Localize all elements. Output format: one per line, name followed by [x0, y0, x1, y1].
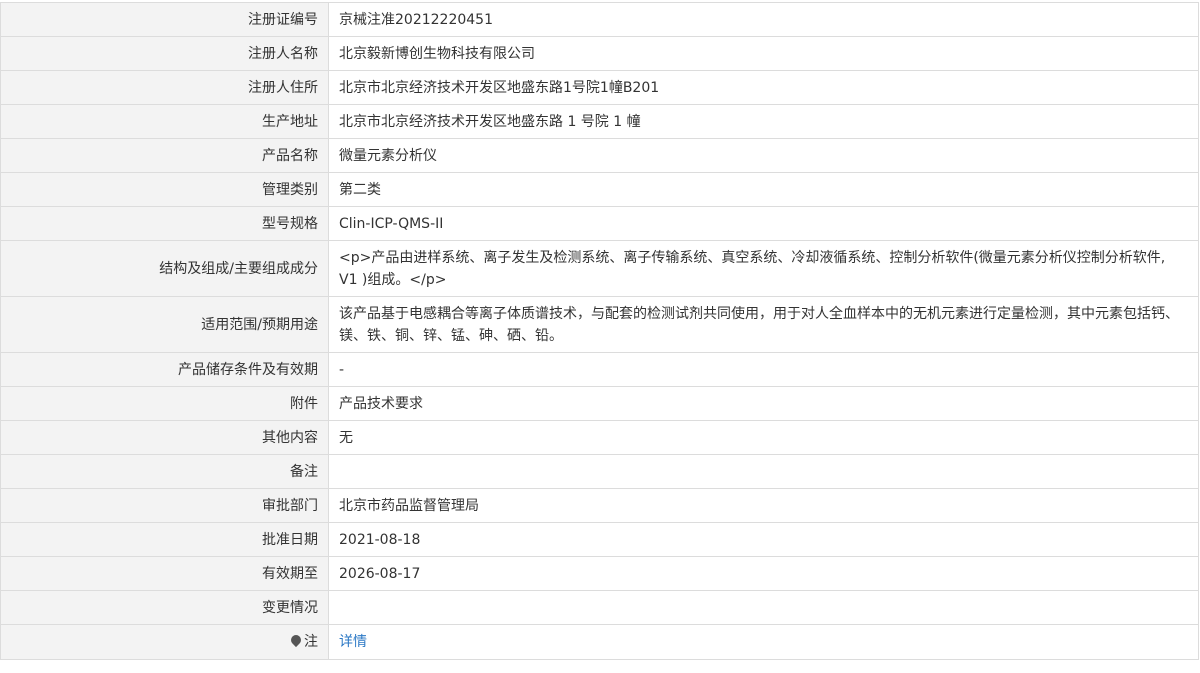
row-label: 附件 [0, 386, 329, 421]
row-label: 其他内容 [0, 420, 329, 455]
row-label: 有效期至 [0, 556, 329, 591]
row-value: 微量元素分析仪 [328, 138, 1199, 173]
row-approval-department: 审批部门 北京市药品监督管理局 [0, 488, 1199, 523]
row-other-content: 其他内容 无 [0, 420, 1199, 455]
row-value: <p>产品由进样系统、离子发生及检测系统、离子传输系统、真空系统、冷却液循系统、… [328, 240, 1199, 297]
row-value [328, 454, 1199, 489]
row-storage-validity: 产品储存条件及有效期 - [0, 352, 1199, 387]
row-value: 北京市北京经济技术开发区地盛东路1号院1幢B201 [328, 70, 1199, 105]
row-value: 第二类 [328, 172, 1199, 207]
row-value [328, 590, 1199, 625]
row-label: 备注 [0, 454, 329, 489]
registration-info-table: 注册证编号 京械注准20212220451 注册人名称 北京毅新博创生物科技有限… [0, 2, 1199, 660]
row-registrant-address: 注册人住所 北京市北京经济技术开发区地盛东路1号院1幢B201 [0, 70, 1199, 105]
row-intended-use: 适用范围/预期用途 该产品基于电感耦合等离子体质谱技术，与配套的检测试剂共同使用… [0, 296, 1199, 353]
row-value: Clin-ICP-QMS-II [328, 206, 1199, 241]
row-label: 审批部门 [0, 488, 329, 523]
note-label-cell: 注 [0, 624, 329, 660]
note-label: 注 [304, 634, 318, 650]
row-note: 注 详情 [0, 624, 1199, 660]
row-value: - [328, 352, 1199, 387]
row-approval-date: 批准日期 2021-08-18 [0, 522, 1199, 557]
row-label: 生产地址 [0, 104, 329, 139]
row-value: 无 [328, 420, 1199, 455]
row-registrant-name: 注册人名称 北京毅新博创生物科技有限公司 [0, 36, 1199, 71]
row-management-category: 管理类别 第二类 [0, 172, 1199, 207]
row-label: 批准日期 [0, 522, 329, 557]
row-attachment: 附件 产品技术要求 [0, 386, 1199, 421]
row-value: 产品技术要求 [328, 386, 1199, 421]
row-value: 京械注准20212220451 [328, 2, 1199, 37]
row-value: 北京市北京经济技术开发区地盛东路 1 号院 1 幢 [328, 104, 1199, 139]
row-value: 2021-08-18 [328, 522, 1199, 557]
row-change-status: 变更情况 [0, 590, 1199, 625]
row-label: 变更情况 [0, 590, 329, 625]
row-label: 结构及组成/主要组成成分 [0, 240, 329, 297]
note-value-cell: 详情 [328, 624, 1199, 660]
row-model-spec: 型号规格 Clin-ICP-QMS-II [0, 206, 1199, 241]
pin-icon [288, 632, 304, 648]
row-label: 型号规格 [0, 206, 329, 241]
row-label: 产品储存条件及有效期 [0, 352, 329, 387]
row-registration-number: 注册证编号 京械注准20212220451 [0, 2, 1199, 37]
row-label: 产品名称 [0, 138, 329, 173]
row-label: 注册人住所 [0, 70, 329, 105]
row-label: 适用范围/预期用途 [0, 296, 329, 353]
row-value: 2026-08-17 [328, 556, 1199, 591]
row-value: 北京市药品监督管理局 [328, 488, 1199, 523]
row-valid-until: 有效期至 2026-08-17 [0, 556, 1199, 591]
row-product-name: 产品名称 微量元素分析仪 [0, 138, 1199, 173]
row-value: 北京毅新博创生物科技有限公司 [328, 36, 1199, 71]
row-label: 注册证编号 [0, 2, 329, 37]
row-structure-composition: 结构及组成/主要组成成分 <p>产品由进样系统、离子发生及检测系统、离子传输系统… [0, 240, 1199, 297]
row-value: 该产品基于电感耦合等离子体质谱技术，与配套的检测试剂共同使用，用于对人全血样本中… [328, 296, 1199, 353]
row-production-address: 生产地址 北京市北京经济技术开发区地盛东路 1 号院 1 幢 [0, 104, 1199, 139]
row-label: 注册人名称 [0, 36, 329, 71]
row-remarks: 备注 [0, 454, 1199, 489]
row-label: 管理类别 [0, 172, 329, 207]
details-link[interactable]: 详情 [339, 634, 367, 650]
